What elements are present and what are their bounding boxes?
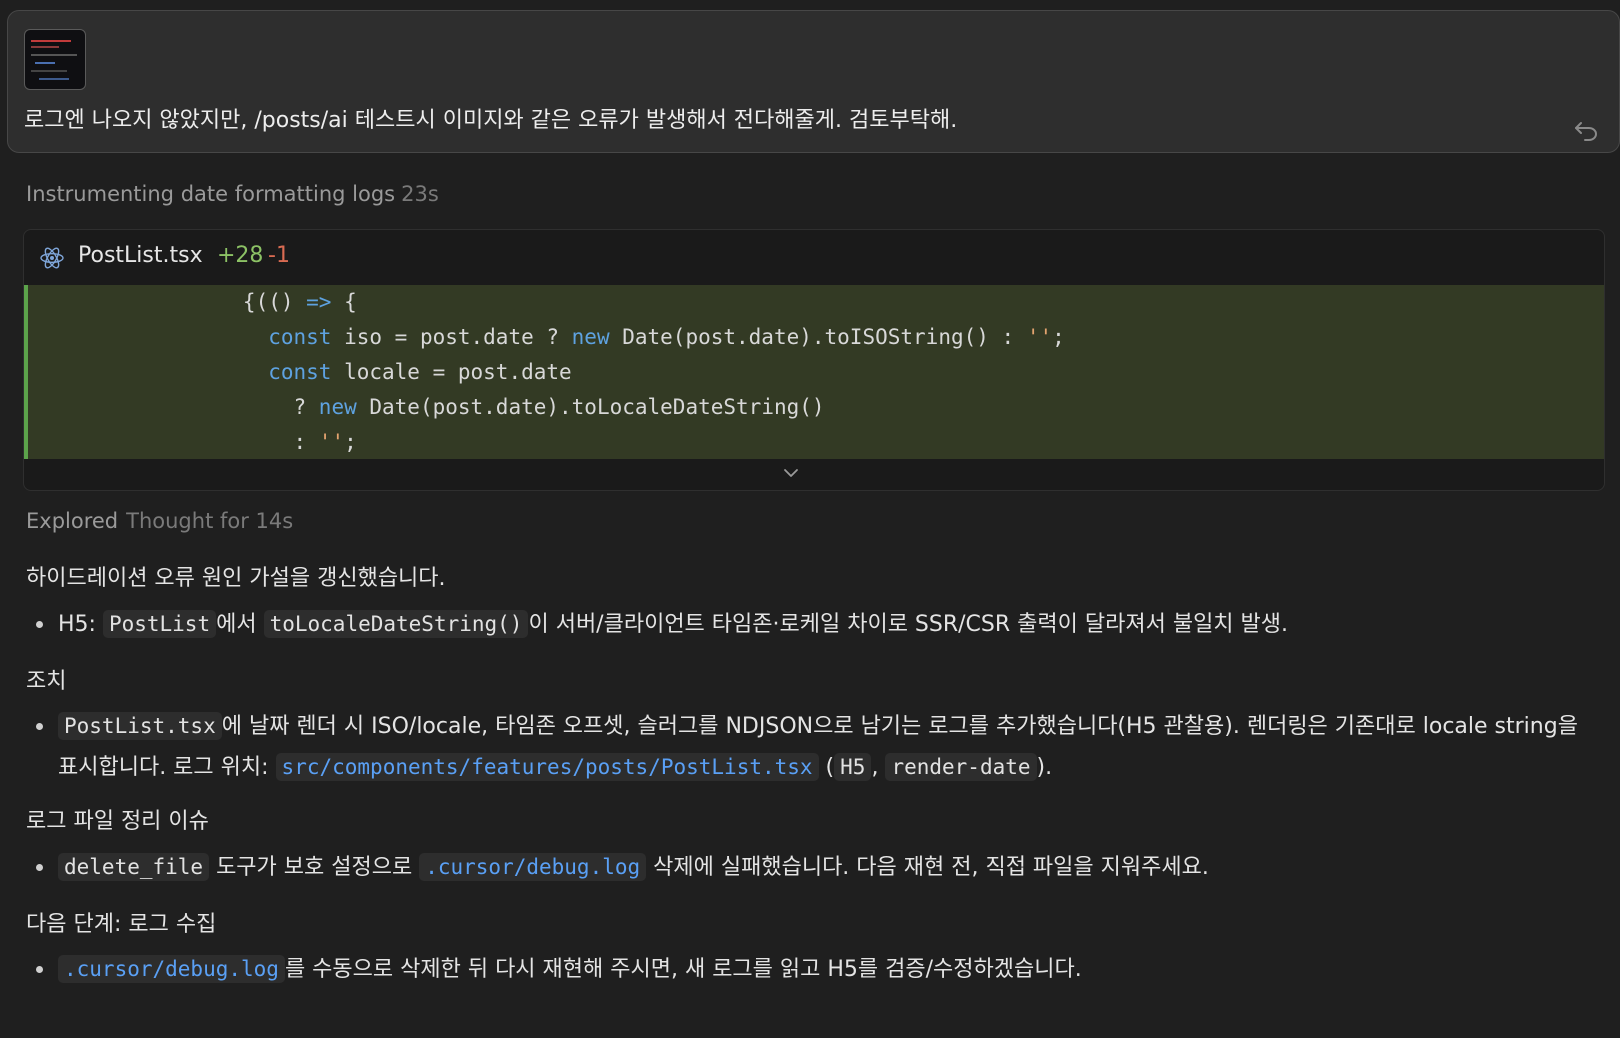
bullet-dot [36, 723, 43, 730]
code-line: const locale = post.date [28, 355, 572, 390]
text-span: 도구가 보호 설정으로 [209, 855, 420, 880]
file-link[interactable]: src/components/features/posts/PostList.t… [275, 753, 819, 781]
thought-label: Thought for 14s [126, 509, 294, 533]
inline-code: toLocaleDateString() [263, 610, 529, 638]
code-line: const iso = post.date ? new Date(post.da… [28, 320, 1065, 355]
diff-code-block: {(() => { const iso = post.date ? new Da… [24, 285, 1604, 459]
inline-code: H5 [834, 753, 872, 781]
bullet-item: PostList.tsx 에 날짜 렌더 시 ISO/locale, 타임존 오프… [28, 706, 1588, 788]
code-text: ; [344, 430, 357, 454]
text-span: H5: [58, 612, 103, 637]
code-text: iso = post.date ? [331, 325, 572, 349]
user-message-text: 로그엔 나오지 않았지만, /posts/ai 테스트시 이미지와 같은 오류가… [24, 108, 958, 133]
diff-deletions: -1 [268, 243, 290, 268]
step-duration: 23s [401, 182, 439, 206]
inline-code: PostList.tsx [58, 712, 222, 740]
chevron-down-icon[interactable] [782, 466, 800, 480]
code-keyword: new [318, 395, 357, 419]
bullet-dot [36, 864, 43, 871]
code-text: ; [1052, 325, 1065, 349]
section-heading-action: 조치 [26, 669, 67, 694]
code-text: ? [28, 395, 319, 419]
undo-arrow-icon[interactable] [1573, 119, 1599, 141]
section-heading-log: 로그 파일 정리 이슈 [26, 809, 209, 834]
code-line: ? new Date(post.date).toLocaleDateString… [28, 390, 825, 425]
bullet-content: H5: PostList 에서 toLocaleDateString() 이 서버/… [58, 604, 1588, 645]
text-span: ). [1036, 755, 1053, 780]
code-text: Date(post.date).toLocaleDateString() [356, 395, 825, 419]
code-text: { [331, 290, 357, 314]
step-title-text: Instrumenting date formatting logs [26, 182, 396, 206]
bullet-content: delete_file 도구가 보호 설정으로 .cursor/debug.lo… [58, 847, 1588, 888]
file-link[interactable]: .cursor/debug.log [58, 955, 285, 983]
diff-file-name[interactable]: PostList.tsx [78, 243, 203, 268]
text-span: 이 서버/클라이언트 타임존·로케일 차이로 SSR/CSR 출력이 달라져서 … [528, 612, 1289, 637]
bullet-item: delete_file 도구가 보호 설정으로 .cursor/debug.lo… [28, 847, 1588, 888]
bullet-content: .cursor/debug.log 를 수동으로 삭제한 뒤 다시 재현해 주시면… [58, 949, 1588, 990]
diff-card: PostList.tsx +28 -1 {(() => { const iso … [23, 229, 1605, 491]
code-keyword: new [571, 325, 610, 349]
code-keyword: => [306, 290, 332, 314]
bullet-dot [36, 966, 43, 973]
text-span: 삭제에 실패했습니다. 다음 재현 전, 직접 파일을 지워주세요. [646, 855, 1209, 880]
text-span: 를 수동으로 삭제한 뒤 다시 재현해 주시면, 새 로그를 읽고 H5를 검증… [284, 957, 1082, 982]
explored-summary[interactable]: Explored Thought for 14s [26, 509, 293, 533]
image-thumbnail[interactable] [24, 29, 86, 90]
code-string: '' [318, 430, 345, 454]
diff-additions: +28 [217, 243, 264, 268]
code-text: : [28, 430, 319, 454]
text-span: , [871, 755, 886, 780]
response-paragraph: 하이드레이션 오류 원인 가설을 갱신했습니다. [26, 566, 446, 591]
code-text: locale = post.date [331, 360, 572, 384]
explored-label: Explored [26, 509, 119, 533]
code-string: '' [1026, 325, 1053, 349]
code-text: {(() [28, 290, 307, 314]
bullet-item: .cursor/debug.log 를 수동으로 삭제한 뒤 다시 재현해 주시면… [28, 949, 1588, 990]
code-line: : ''; [28, 425, 357, 460]
file-link[interactable]: .cursor/debug.log [419, 853, 647, 881]
bullet-item: H5: PostList 에서 toLocaleDateString() 이 서버/… [28, 604, 1588, 645]
text-span: ( [818, 755, 835, 780]
bullet-dot [36, 621, 43, 628]
inline-code: render-date [885, 753, 1037, 781]
diff-header[interactable]: PostList.tsx +28 -1 [24, 230, 1604, 285]
step-title[interactable]: Instrumenting date formatting logs 23s [26, 182, 439, 206]
code-keyword: const [268, 325, 332, 349]
section-heading-next: 다음 단계: 로그 수집 [26, 912, 217, 937]
code-text: Date(post.date).toISOString() : [609, 325, 1027, 349]
react-icon [40, 247, 64, 269]
bullet-content: PostList.tsx 에 날짜 렌더 시 ISO/locale, 타임존 오프… [58, 706, 1588, 788]
code-keyword: const [268, 360, 332, 384]
user-message-card: 로그엔 나오지 않았지만, /posts/ai 테스트시 이미지와 같은 오류가… [7, 10, 1620, 153]
code-line: {(() => { [28, 285, 357, 320]
inline-code: PostList [102, 610, 217, 638]
text-span: 에서 [216, 612, 264, 637]
inline-code: delete_file [58, 853, 210, 881]
